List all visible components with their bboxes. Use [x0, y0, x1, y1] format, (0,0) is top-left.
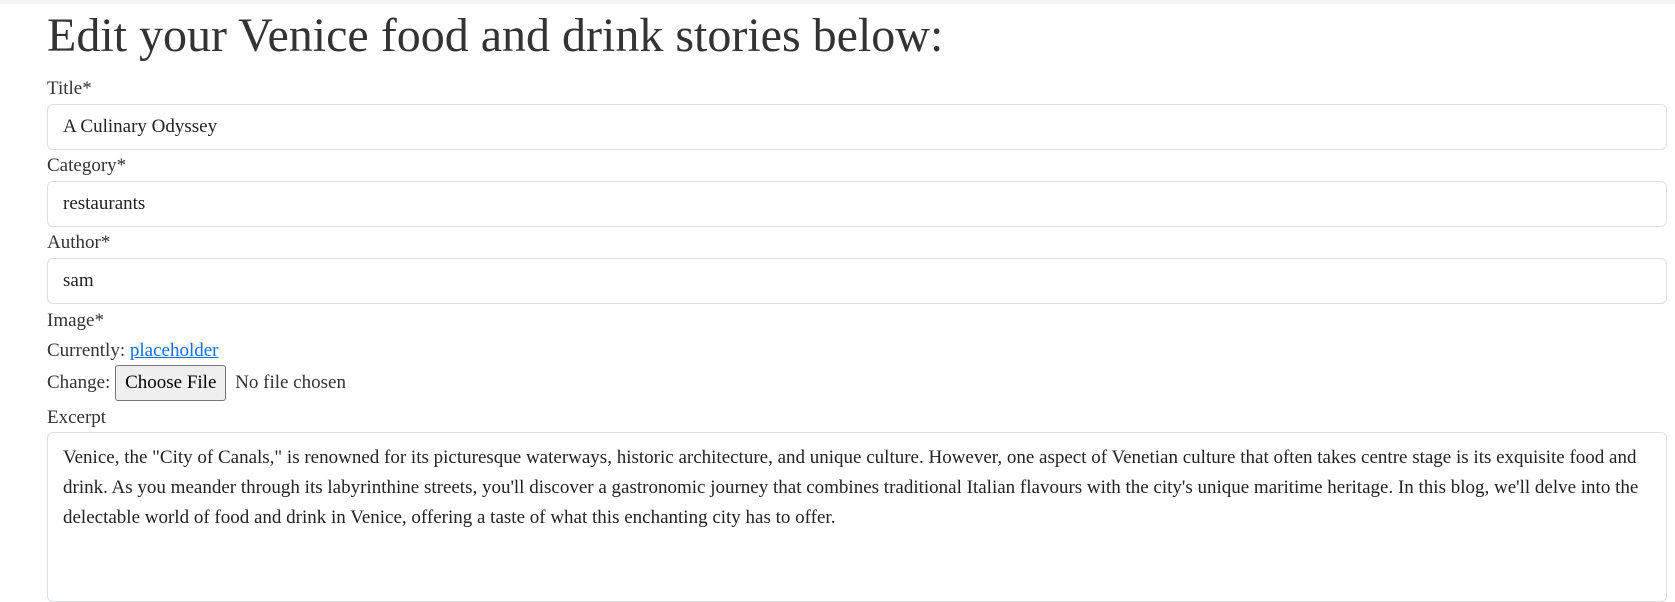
- category-label: Category*: [47, 155, 127, 176]
- category-input[interactable]: restaurants: [47, 181, 1667, 227]
- currently-label: Currently:: [47, 340, 126, 361]
- excerpt-label: Excerpt: [47, 407, 107, 428]
- excerpt-textarea[interactable]: Venice, the "City of Canals," is renowne…: [47, 432, 1667, 602]
- page-title: Edit your Venice food and drink stories …: [47, 9, 944, 62]
- change-label: Change:: [47, 372, 111, 393]
- author-label: Author*: [47, 232, 111, 253]
- change-image-row: Change: Choose File No file chosen: [47, 365, 346, 401]
- image-label: Image*: [47, 310, 104, 331]
- title-label: Title*: [47, 78, 92, 99]
- title-input[interactable]: A Culinary Odyssey: [47, 104, 1667, 150]
- choose-file-button[interactable]: Choose File: [115, 365, 227, 401]
- top-strip: [0, 0, 1675, 4]
- file-status-text: No file chosen: [235, 372, 346, 393]
- author-input[interactable]: sam: [47, 258, 1667, 304]
- current-image-row: Currently: placeholder: [47, 340, 218, 362]
- current-image-link[interactable]: placeholder: [130, 340, 219, 361]
